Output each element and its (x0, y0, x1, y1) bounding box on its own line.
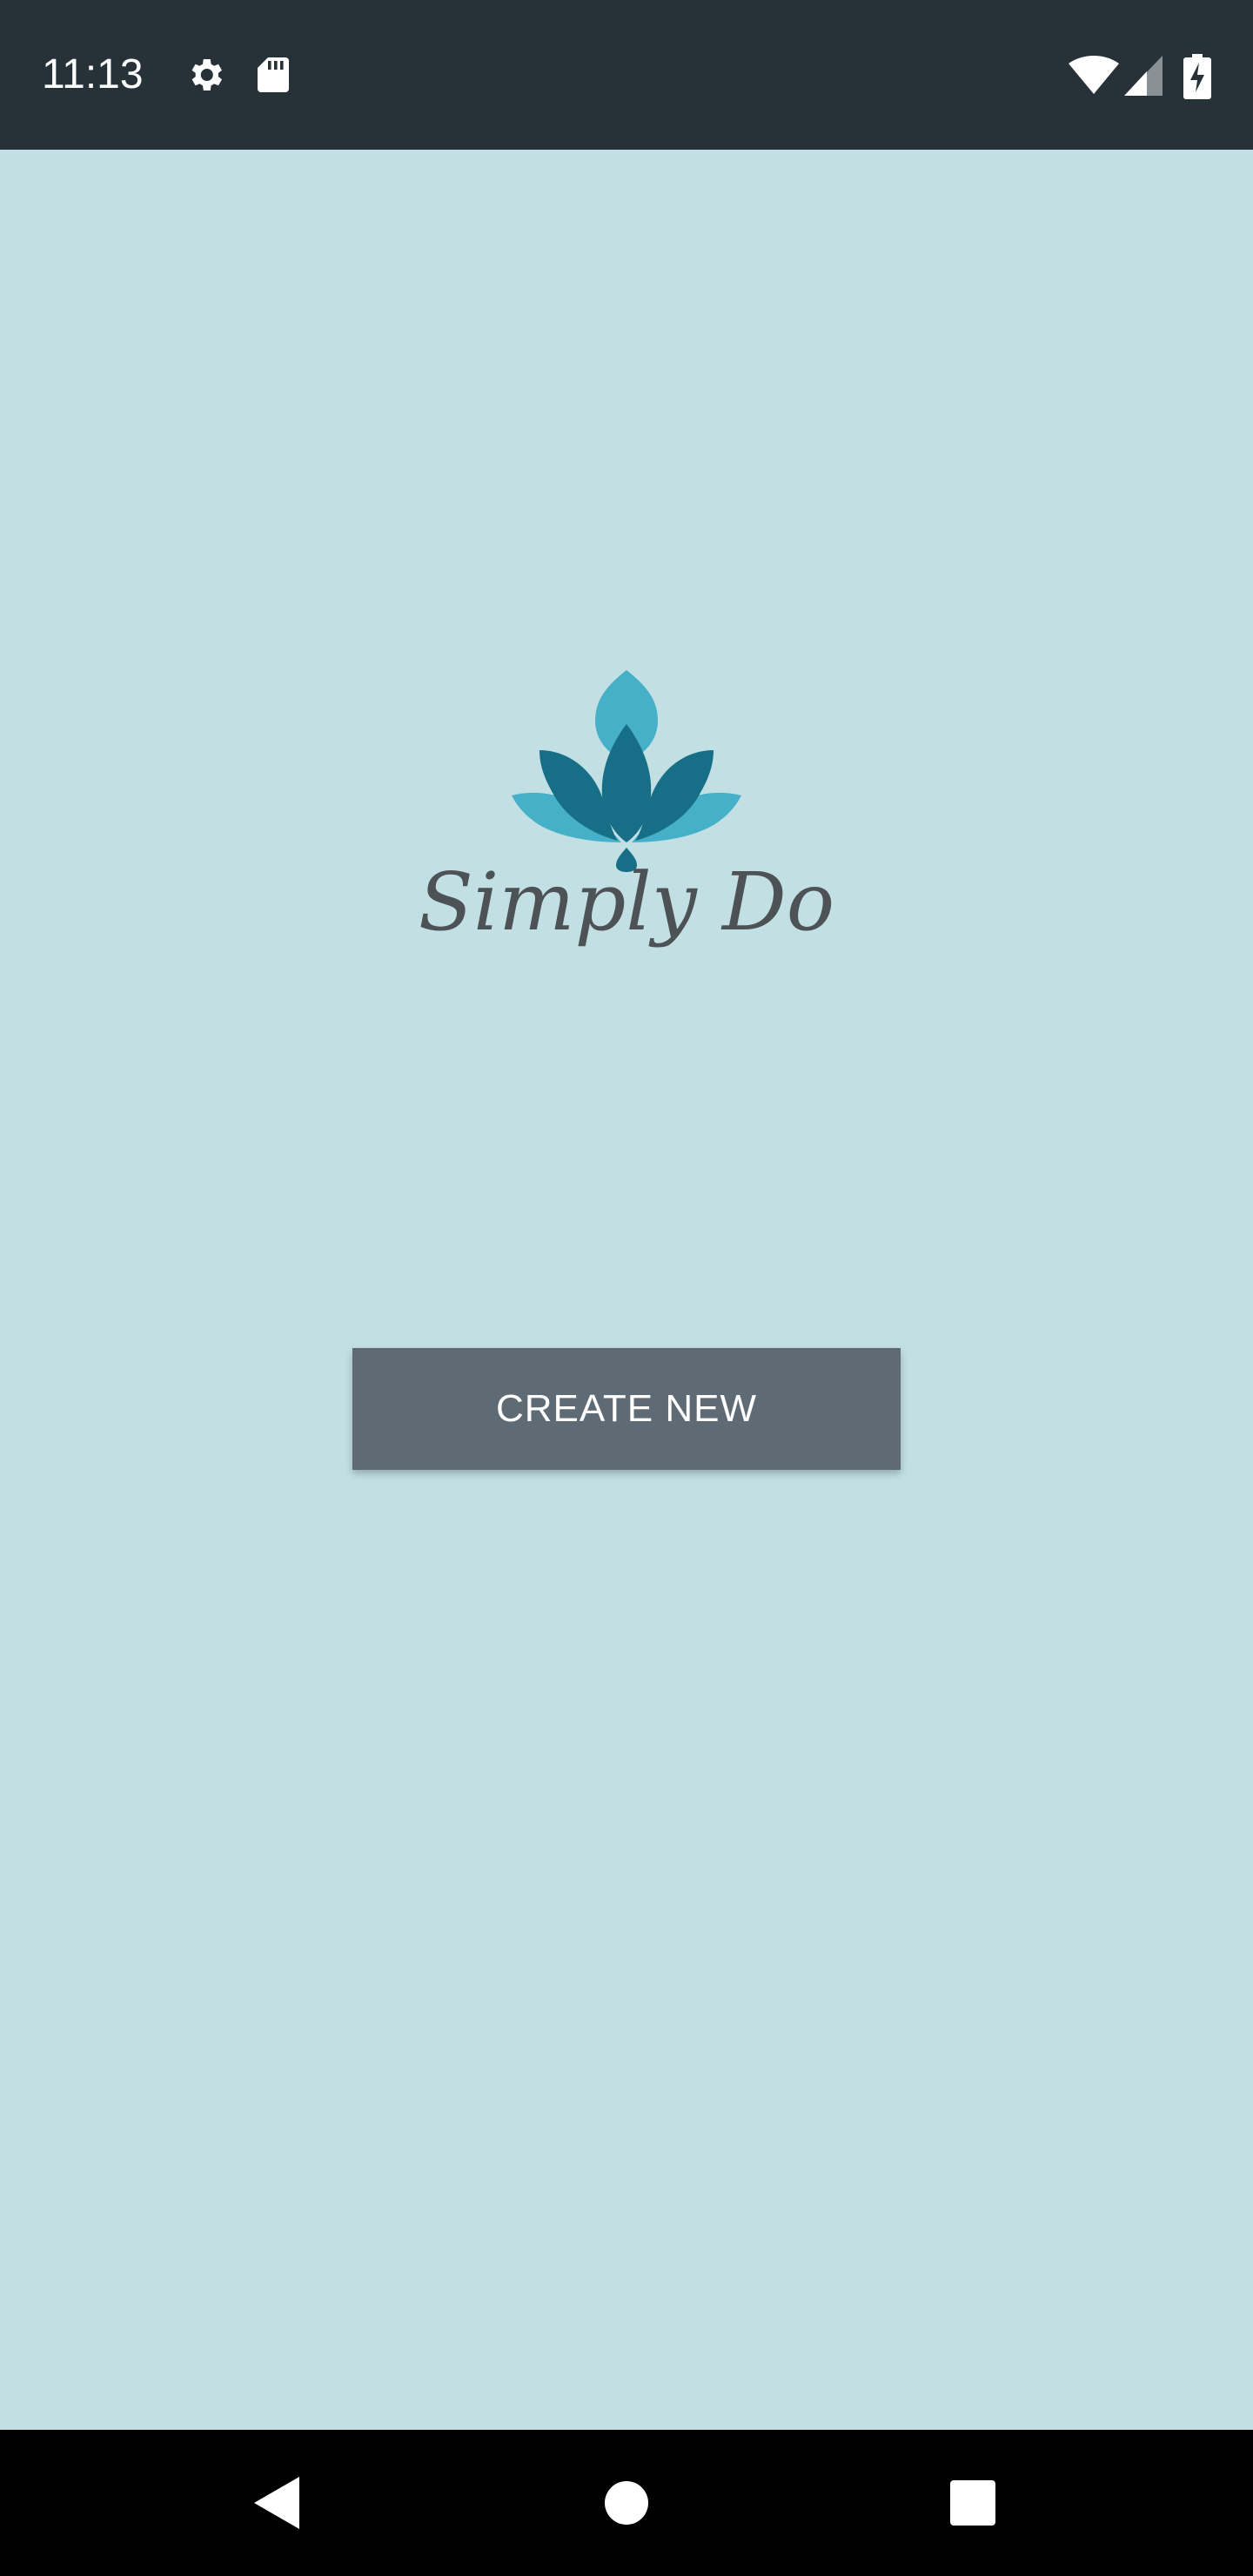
navigation-bar (0, 2430, 1253, 2576)
battery-charging-icon (1183, 54, 1211, 99)
status-time: 11:13 (42, 51, 144, 97)
cell-signal-icon (1124, 56, 1163, 96)
main-content: Simply Do CREATE NEW (0, 150, 1253, 2430)
settings-icon (184, 54, 226, 96)
app-name: Simply Do (418, 855, 835, 949)
app-logo: Simply Do (418, 515, 835, 968)
lotus-icon (505, 663, 748, 872)
home-icon[interactable] (583, 2430, 670, 2576)
back-icon[interactable] (235, 2430, 322, 2576)
recents-icon[interactable] (929, 2430, 1016, 2576)
wifi-icon (1069, 56, 1119, 96)
create-new-button[interactable]: CREATE NEW (352, 1348, 901, 1470)
status-bar: 11:13 (0, 0, 1253, 150)
sd-card-icon (256, 56, 291, 94)
